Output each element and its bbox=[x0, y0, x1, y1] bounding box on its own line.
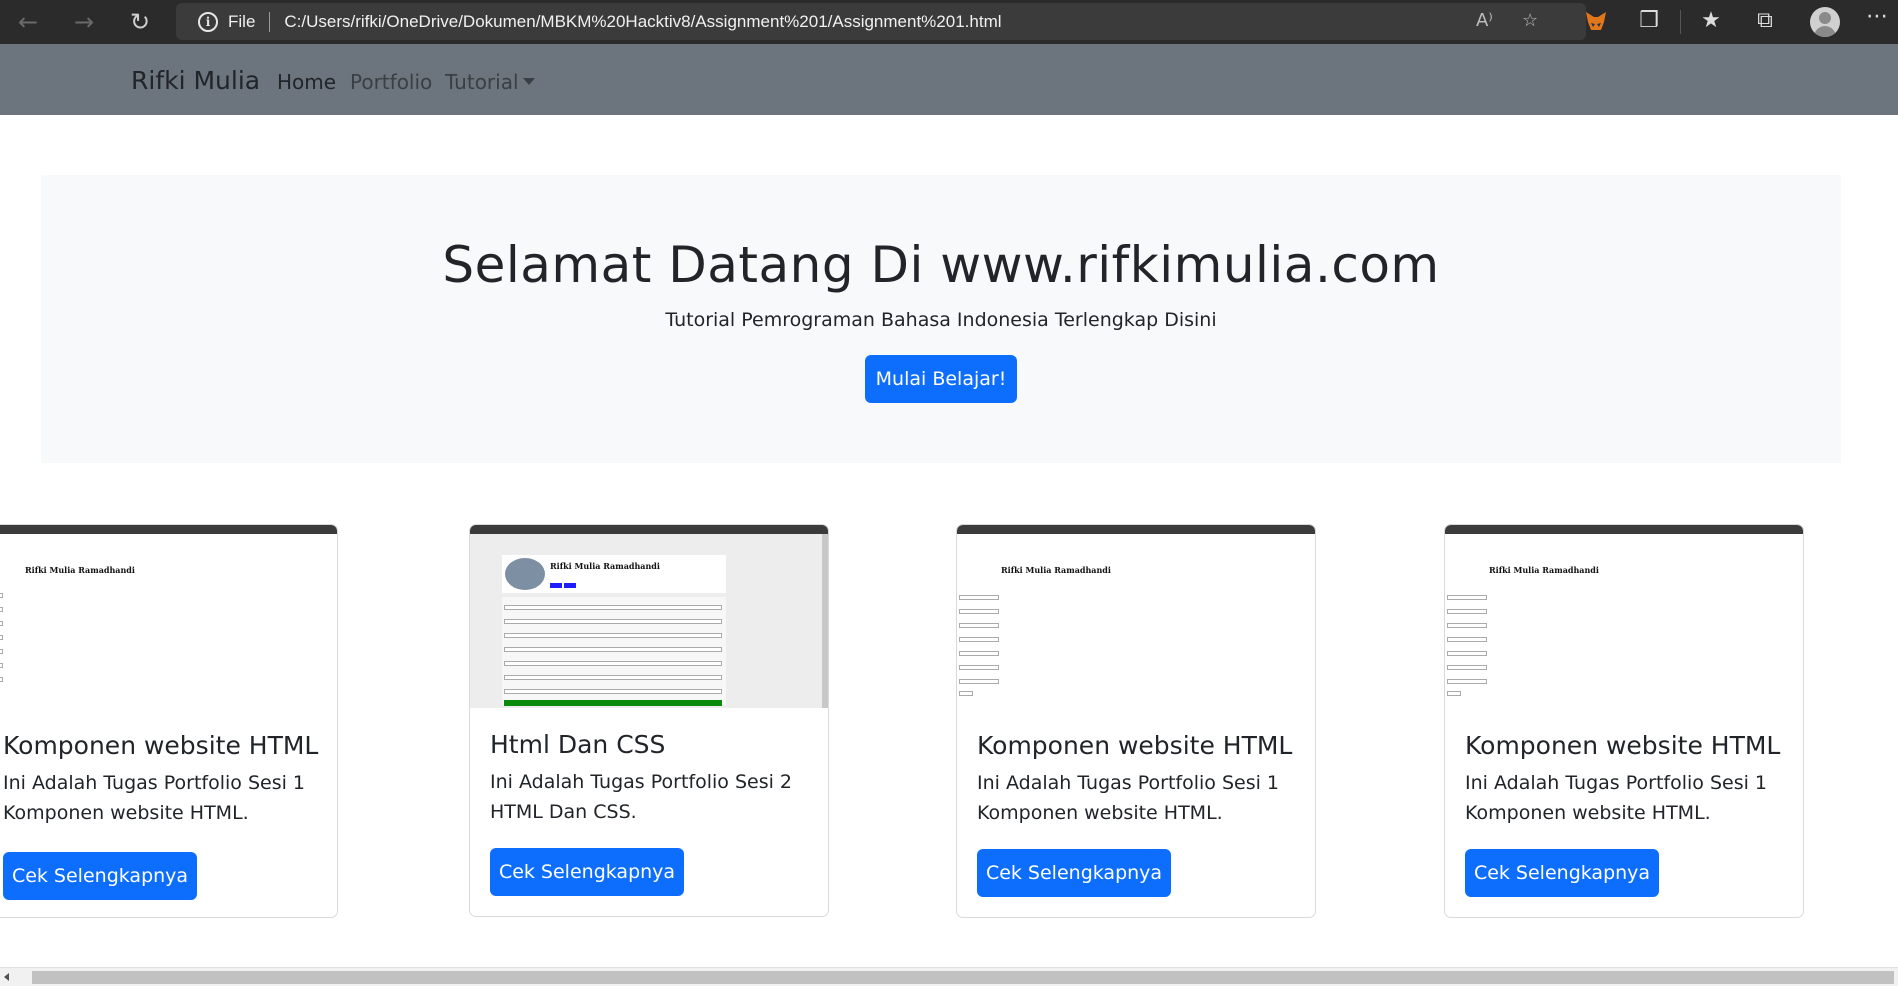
card-thumbnail: Rifki Mulia Ramadhandi bbox=[1445, 525, 1803, 708]
portfolio-card: Rifki Mulia Ramadhandi Komponen website … bbox=[956, 524, 1316, 918]
card-text: Ini Adalah Tugas Portfolio Sesi 1 Kompon… bbox=[3, 772, 305, 824]
address-separator bbox=[269, 11, 271, 32]
card-more-button[interactable]: Cek Selengkapnya bbox=[977, 849, 1171, 897]
profile-avatar-icon[interactable] bbox=[1810, 7, 1840, 37]
scrollbar-thumb[interactable] bbox=[32, 971, 1894, 984]
reload-icon: ↻ bbox=[129, 8, 151, 36]
nav-link-home[interactable]: Home bbox=[277, 70, 336, 94]
url-text[interactable]: C:/Users/rifki/OneDrive/Dokumen/MBKM%20H… bbox=[284, 12, 1001, 32]
card-title: Komponen website HTML bbox=[977, 731, 1293, 760]
nav-dropdown-label: Tutorial bbox=[445, 70, 519, 94]
info-icon[interactable]: i bbox=[198, 11, 218, 32]
favorites-icon[interactable]: ★ bbox=[1696, 8, 1726, 33]
card-thumbnail: Rifki Mulia Ramadhandi bbox=[0, 525, 337, 708]
card-text: Ini Adalah Tugas Portfolio Sesi 1 Kompon… bbox=[1465, 772, 1767, 824]
card-title: Html Dan CSS bbox=[490, 730, 666, 759]
card-text: Ini Adalah Tugas Portfolio Sesi 1 Kompon… bbox=[977, 772, 1279, 824]
start-learning-button[interactable]: Mulai Belajar! bbox=[865, 355, 1017, 403]
more-options-icon[interactable]: ⋯ bbox=[1862, 4, 1892, 29]
thumb-title: Rifki Mulia Ramadhandi bbox=[1489, 565, 1599, 575]
hero-subtitle: Tutorial Pemrograman Bahasa Indonesia Te… bbox=[665, 309, 1217, 331]
thumb-title: Rifki Mulia Ramadhandi bbox=[550, 561, 660, 571]
horizontal-scrollbar[interactable] bbox=[0, 967, 1898, 986]
address-bar[interactable]: i File C:/Users/rifki/OneDrive/Dokumen/M… bbox=[176, 3, 1586, 40]
site-navbar: Rifki Mulia Home Portfolio Tutorial bbox=[0, 44, 1898, 115]
nav-link-portfolio[interactable]: Portfolio bbox=[350, 70, 432, 94]
portfolio-card: Rifki Mulia Ramadhandi Komponen website … bbox=[0, 524, 338, 918]
hero-title: Selamat Datang Di www.rifkimulia.com bbox=[442, 236, 1440, 294]
card-title: Komponen website HTML bbox=[3, 731, 319, 760]
arrow-left-icon: ← bbox=[17, 8, 39, 36]
metamask-fox-icon[interactable] bbox=[1584, 9, 1608, 33]
portfolio-card: Rifki Mulia Ramadhandi Komponen website … bbox=[1444, 524, 1804, 918]
portfolio-card: Rifki Mulia Ramadhandi Html Dan CSS Ini … bbox=[469, 524, 829, 917]
card-more-button[interactable]: Cek Selengkapnya bbox=[490, 848, 684, 896]
back-button[interactable]: ← bbox=[0, 0, 56, 44]
toolbar-divider bbox=[1680, 10, 1681, 34]
nav-dropdown-tutorial[interactable]: Tutorial bbox=[445, 70, 535, 94]
card-text: Ini Adalah Tugas Portfolio Sesi 2 HTML D… bbox=[490, 771, 792, 823]
card-thumbnail: Rifki Mulia Ramadhandi bbox=[470, 525, 828, 708]
card-more-button[interactable]: Cek Selengkapnya bbox=[3, 852, 197, 900]
arrow-right-icon: → bbox=[73, 8, 95, 36]
browser-toolbar: ← → ↻ i File C:/Users/rifki/OneDrive/Dok… bbox=[0, 0, 1898, 44]
card-title: Komponen website HTML bbox=[1465, 731, 1781, 760]
card-more-button[interactable]: Cek Selengkapnya bbox=[1465, 849, 1659, 897]
card-thumbnail: Rifki Mulia Ramadhandi bbox=[957, 525, 1315, 708]
read-aloud-icon[interactable]: A⁾ bbox=[1476, 10, 1493, 31]
add-favorite-icon[interactable]: ☆ bbox=[1522, 10, 1538, 31]
hero-jumbotron: Selamat Datang Di www.rifkimulia.com Tut… bbox=[41, 175, 1841, 463]
reload-button[interactable]: ↻ bbox=[112, 0, 168, 44]
forward-button[interactable]: → bbox=[56, 0, 112, 44]
caret-down-icon bbox=[522, 78, 535, 85]
thumb-title: Rifki Mulia Ramadhandi bbox=[25, 565, 135, 575]
extensions-puzzle-icon[interactable]: ❒ bbox=[1634, 8, 1664, 33]
thumb-title: Rifki Mulia Ramadhandi bbox=[1001, 565, 1111, 575]
collections-icon[interactable]: ⧉ bbox=[1750, 8, 1780, 33]
scheme-label: File bbox=[228, 11, 256, 31]
scroll-left-arrow-icon[interactable] bbox=[4, 973, 9, 981]
navbar-brand[interactable]: Rifki Mulia bbox=[131, 66, 260, 95]
